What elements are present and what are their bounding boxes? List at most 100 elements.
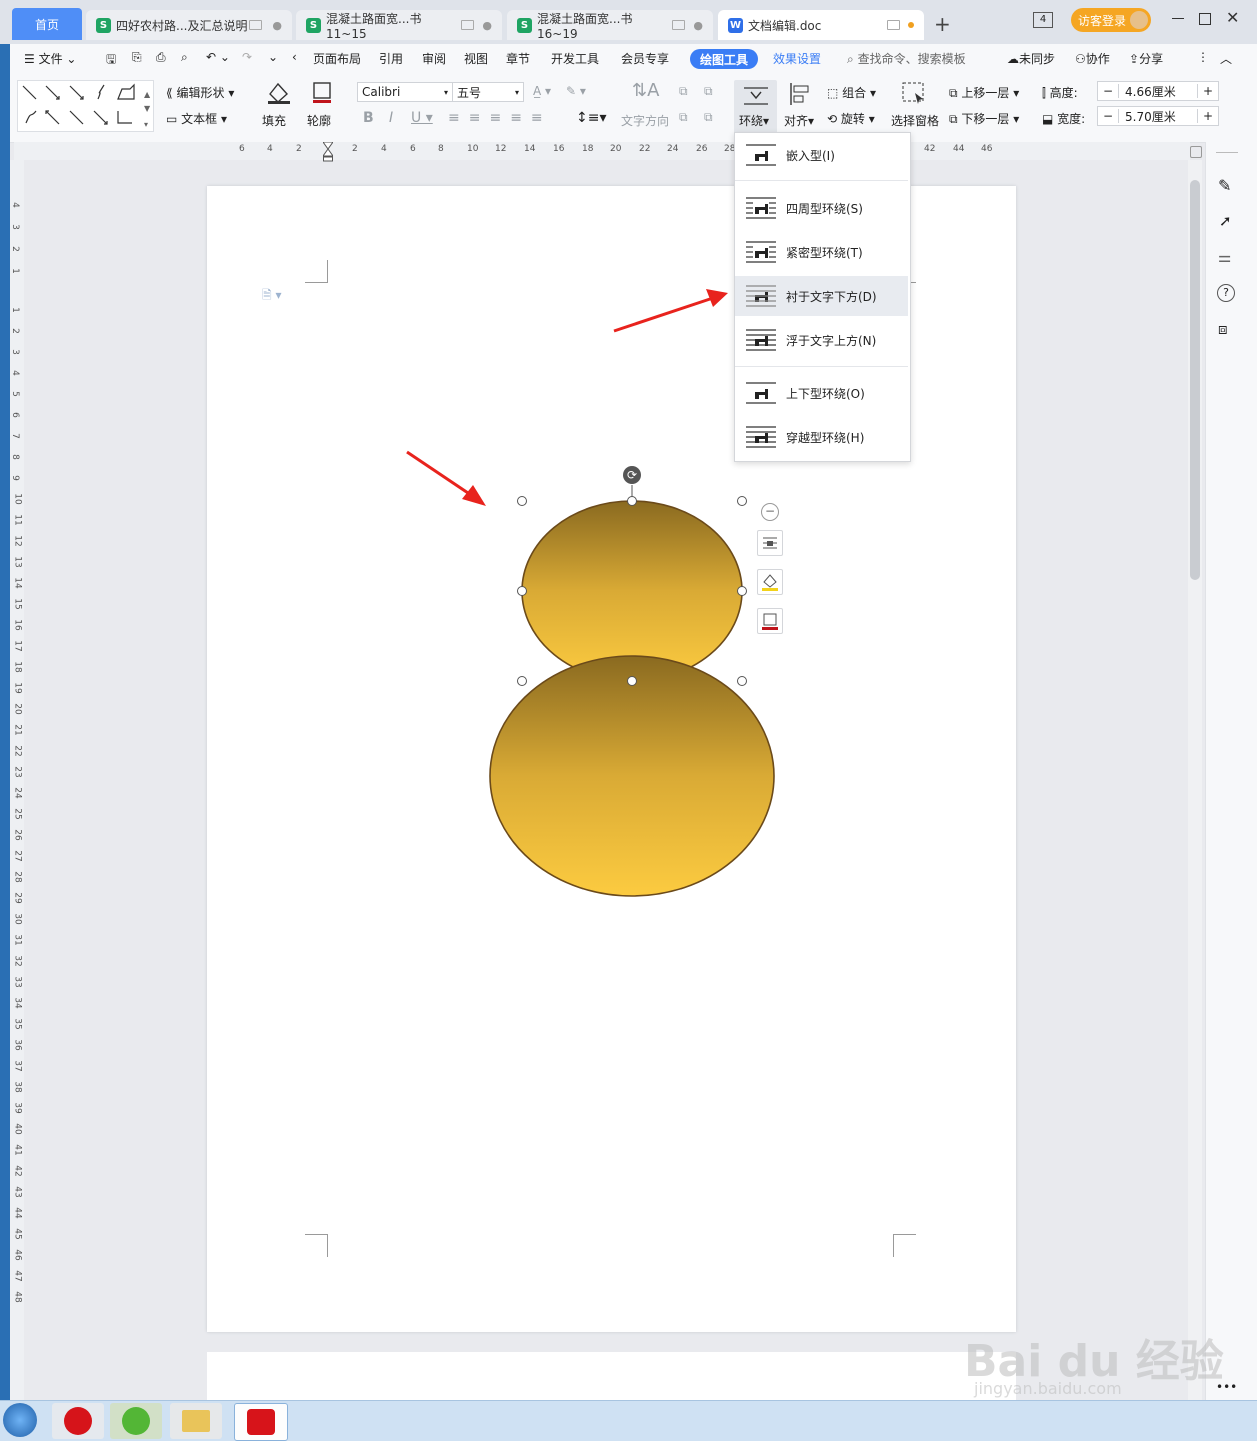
resize-handle-se[interactable]	[737, 676, 747, 686]
indent-marker-icon[interactable]	[322, 141, 334, 162]
explorer-taskbar-button[interactable]	[170, 1403, 222, 1439]
vertical-ruler[interactable]: 4 3 2 1 1 2 3 4 5 6 7 8 9 10 11 12 13 14 15 16 17 18 19 20 21 22 2…	[10, 160, 24, 1400]
width-increase-button[interactable]: +	[1197, 109, 1218, 123]
text-direction-button[interactable]: 文字方向	[621, 112, 669, 129]
height-input[interactable]: − 4.66厘米 +	[1097, 81, 1219, 101]
new-tab-button[interactable]: +	[934, 12, 951, 36]
window-count-badge[interactable]: 4	[1033, 12, 1053, 28]
bold-icon[interactable]: B	[363, 110, 374, 126]
maximize-icon[interactable]	[1199, 13, 1211, 25]
export-pdf-icon[interactable]: ⎘	[132, 50, 142, 65]
wps-taskbar-button[interactable]	[234, 1403, 288, 1441]
wrap-option-inline[interactable]: 嵌入型(I)	[735, 135, 908, 175]
send-backward-button[interactable]: ⧉ 下移一层 ▾	[949, 110, 1019, 127]
plugin-icon[interactable]: ⧈	[1218, 320, 1228, 338]
pen-icon[interactable]: ✎	[1218, 176, 1231, 195]
unlink-textbox-icon[interactable]: ⧉	[704, 84, 713, 99]
align-button[interactable]: 对齐▾	[784, 112, 814, 129]
bring-forward-button[interactable]: ⧉ 上移一层 ▾	[949, 84, 1019, 101]
quick-save-icon[interactable]: 🖫	[106, 50, 116, 71]
browser-taskbar-button[interactable]	[110, 1403, 162, 1439]
collab-button[interactable]: ⚇协作	[1075, 50, 1110, 67]
resize-handle-s[interactable]	[627, 676, 637, 686]
search-command[interactable]: ⌕ 查找命令、搜索模板	[847, 50, 966, 67]
bottom-ellipse-shape[interactable]	[489, 655, 775, 897]
tab-doc-active[interactable]: W 文档编辑.doc	[718, 10, 924, 40]
menu-page-layout[interactable]: 页面布局	[313, 50, 361, 67]
outline-button[interactable]: 轮廓	[307, 112, 331, 129]
tab-effects[interactable]: 效果设置	[773, 50, 821, 67]
menu-developer[interactable]: 开发工具	[551, 50, 599, 67]
font-size-select[interactable]: 五号 ▾	[452, 82, 524, 102]
wrap-option-square[interactable]: 四周型环绕(S)	[735, 188, 908, 228]
layout-options-button[interactable]	[757, 530, 783, 556]
paragraph-options-icon[interactable]: 🗎 ▾	[262, 286, 282, 307]
text-box-button[interactable]: ▭ 文本框 ▾	[166, 110, 227, 127]
undo-icon[interactable]: ↶ ⌄	[206, 50, 230, 64]
close-window-icon[interactable]: ✕	[1226, 8, 1239, 27]
resize-handle-sw[interactable]	[517, 676, 527, 686]
share-button[interactable]: ⇪分享	[1129, 50, 1163, 67]
menu-view[interactable]: 视图	[464, 50, 488, 67]
height-decrease-button[interactable]: −	[1098, 84, 1119, 98]
wrap-option-top-bottom[interactable]: 上下型环绕(O)	[735, 373, 908, 413]
cursor-icon[interactable]: ➚	[1219, 212, 1232, 230]
width-input[interactable]: − 5.70厘米 +	[1097, 106, 1219, 126]
customize-toolbar-icon[interactable]: ⌄	[268, 50, 278, 64]
redo-icon[interactable]: ↷	[242, 50, 252, 64]
minimize-icon[interactable]	[1172, 18, 1184, 19]
top-ellipse-shape[interactable]	[521, 500, 743, 682]
selection-pane-button[interactable]: 选择窗格	[891, 112, 939, 129]
text-direction-icon[interactable]: ⇅A	[632, 80, 659, 101]
netease-music-taskbar-button[interactable]	[52, 1403, 104, 1439]
fill-bucket-icon[interactable]	[265, 80, 291, 106]
font-color-icon[interactable]: A̲ ▾	[533, 84, 551, 98]
textbox-forward-icon[interactable]: ⧉	[679, 110, 688, 125]
shape-fill-button[interactable]	[757, 569, 783, 595]
rotate-button[interactable]: ⟲ 旋转 ▾	[827, 110, 875, 127]
scrollbar-thumb[interactable]	[1190, 180, 1200, 580]
align-icon[interactable]	[789, 82, 811, 106]
tab-home[interactable]: 首页	[12, 8, 82, 40]
group-button[interactable]: ⬚ 组合 ▾	[827, 84, 876, 101]
wrap-button[interactable]: 环绕▾	[734, 80, 777, 136]
textbox-back-icon[interactable]: ⧉	[704, 110, 713, 125]
tab-drawing-tools[interactable]: 绘图工具	[690, 49, 758, 69]
wrap-option-behind-text[interactable]: 衬于文字下方(D)	[735, 276, 908, 316]
shape-gallery[interactable]: ▲ ▼ ▾	[17, 80, 154, 132]
login-button[interactable]: 访客登录	[1071, 8, 1151, 32]
paragraph-align-icons[interactable]: ≡≡≡≡≡	[448, 110, 552, 126]
tab-sheet-1[interactable]: S 四好农村路...及汇总说明 ●	[86, 10, 292, 40]
file-menu[interactable]: ☰ 文件 ⌄	[24, 50, 76, 67]
wrap-option-tight[interactable]: 紧密型环绕(T)	[735, 232, 908, 272]
print-icon[interactable]: ⎙	[156, 50, 166, 65]
horizontal-ruler[interactable]: 6 4 2 2 4 6 8 10 12 14 16 18 20 22 24 26 28 42 44 46	[14, 142, 1190, 160]
wrap-option-in-front[interactable]: 浮于文字上方(N)	[735, 320, 908, 360]
edit-shape-button[interactable]: ⟪ 编辑形状 ▾	[166, 84, 234, 101]
outline-icon[interactable]	[311, 80, 333, 106]
sync-status[interactable]: ☁未同步	[1007, 50, 1055, 67]
resize-handle-e[interactable]	[737, 586, 747, 596]
line-spacing-icon[interactable]: ↕≡▾	[576, 110, 607, 126]
close-tab-dot-icon[interactable]: ●	[693, 19, 703, 32]
tab-sheet-2[interactable]: S 混凝土路面宽...书11~15 ●	[296, 10, 502, 41]
scroll-left-icon[interactable]: ‹	[292, 50, 297, 64]
menu-references[interactable]: 引用	[379, 50, 403, 67]
split-view-icon[interactable]	[1190, 146, 1202, 158]
width-decrease-button[interactable]: −	[1098, 109, 1119, 123]
more-icon[interactable]: ⋮	[1197, 50, 1209, 64]
help-icon[interactable]: ?	[1217, 284, 1235, 302]
height-increase-button[interactable]: +	[1197, 84, 1218, 98]
settings-sliders-icon[interactable]: ⚌	[1218, 248, 1231, 266]
shape-outline-button[interactable]	[757, 608, 783, 634]
menu-review[interactable]: 审阅	[422, 50, 446, 67]
print-preview-icon[interactable]: ⌕	[181, 50, 188, 65]
resize-handle-w[interactable]	[517, 586, 527, 596]
fill-button[interactable]: 填充	[262, 112, 286, 129]
underline-icon[interactable]: U ▾	[411, 110, 433, 126]
collapse-ribbon-icon[interactable]: ︿	[1220, 50, 1232, 67]
italic-icon[interactable]: I	[389, 110, 393, 126]
close-tab-dot-icon[interactable]: ●	[482, 19, 492, 32]
menu-membership[interactable]: 会员专享	[621, 50, 669, 67]
wrap-option-through[interactable]: 穿越型环绕(H)	[735, 417, 908, 457]
